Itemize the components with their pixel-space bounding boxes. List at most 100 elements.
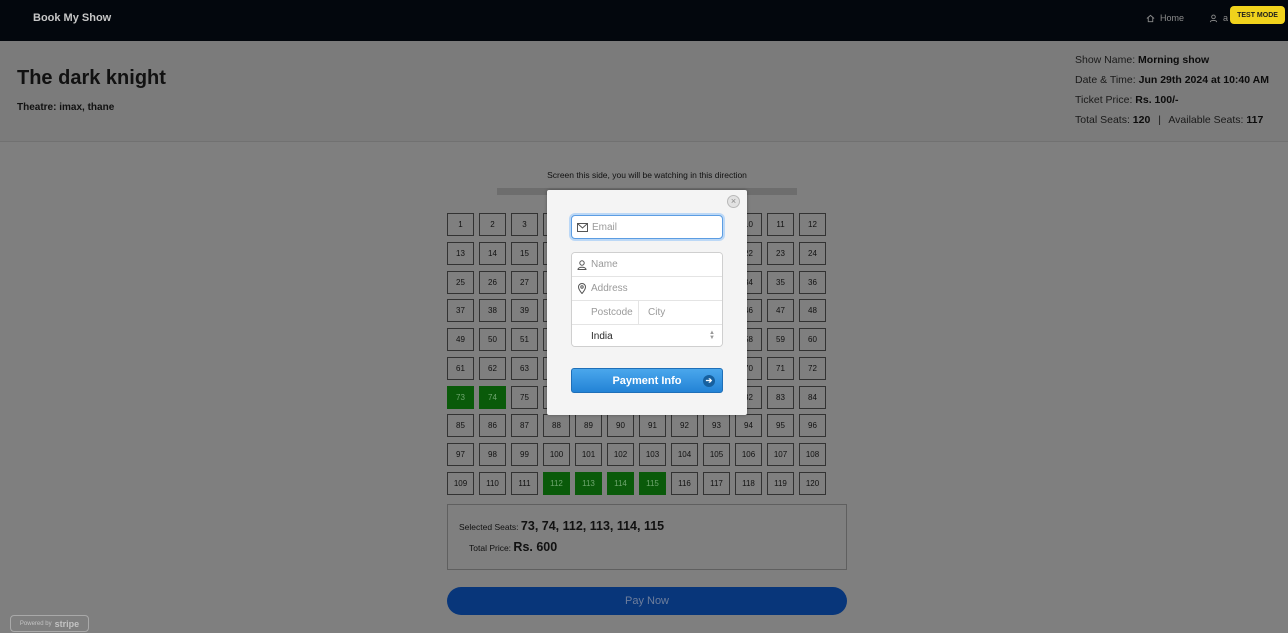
nav-user-link[interactable]: a (1209, 13, 1228, 23)
name-placeholder: Name (591, 259, 618, 270)
seat[interactable]: 92 (671, 414, 698, 438)
seat[interactable]: 94 (735, 414, 762, 438)
postcode-field[interactable]: Postcode (572, 301, 639, 325)
seat[interactable]: 104 (671, 443, 698, 466)
seat[interactable]: 116 (671, 471, 698, 495)
brand-logo[interactable]: Book My Show (33, 12, 111, 24)
seat[interactable]: 87 (511, 414, 538, 438)
seat[interactable]: 120 (799, 471, 826, 495)
seat[interactable]: 103 (639, 443, 666, 466)
seat[interactable]: 27 (511, 270, 538, 294)
seat[interactable]: 36 (799, 270, 826, 294)
total-price-label: Total Price: (469, 543, 512, 553)
total-price-line: Total Price: Rs. 600 (469, 540, 557, 554)
seat[interactable]: 107 (767, 443, 794, 466)
seat[interactable]: 106 (735, 443, 762, 466)
seat[interactable]: 91 (639, 414, 666, 438)
city-field[interactable]: City (639, 301, 722, 325)
seat[interactable]: 98 (479, 443, 506, 466)
available-seats-value: 117 (1246, 114, 1264, 126)
seat[interactable]: 108 (799, 443, 826, 466)
seat[interactable]: 72 (799, 356, 826, 380)
show-name-line: Show Name: Morning show (1075, 54, 1209, 66)
seat[interactable]: 51 (511, 328, 538, 351)
seat[interactable]: 102 (607, 443, 634, 466)
booking-summary: Selected Seats: 73, 74, 112, 113, 114, 1… (447, 504, 847, 570)
seat-selected[interactable]: 112 (543, 471, 570, 495)
seat[interactable]: 63 (511, 356, 538, 380)
pay-now-button[interactable]: Pay Now (447, 587, 847, 615)
seat[interactable]: 109 (447, 471, 474, 495)
billing-address-group: Name Address Postcode City India ▲ ▼ (571, 252, 723, 347)
seat[interactable]: 35 (767, 270, 794, 294)
seat[interactable]: 83 (767, 385, 794, 409)
payment-info-button[interactable]: Payment Info ➔ (571, 368, 723, 393)
seat[interactable]: 23 (767, 241, 794, 265)
seat[interactable]: 14 (479, 241, 506, 265)
seat-selected[interactable]: 113 (575, 471, 602, 495)
address-field[interactable]: Address (572, 277, 722, 301)
seat-count-separator: | (1158, 114, 1161, 126)
seat[interactable]: 89 (575, 414, 602, 438)
seat[interactable]: 93 (703, 414, 730, 438)
selected-seats-value: 73, 74, 112, 113, 114, 115 (520, 519, 665, 533)
seat[interactable]: 86 (479, 414, 506, 438)
seat-selected[interactable]: 74 (479, 385, 506, 409)
seat[interactable]: 38 (479, 299, 506, 323)
available-seats-label: Available Seats: (1168, 114, 1244, 126)
seat[interactable]: 84 (799, 385, 826, 409)
seat[interactable]: 61 (447, 356, 474, 380)
seat[interactable]: 100 (543, 443, 570, 466)
seat[interactable]: 117 (703, 471, 730, 495)
seat[interactable]: 96 (799, 414, 826, 438)
powered-by-stripe-badge[interactable]: Powered by stripe (10, 615, 89, 632)
seat[interactable]: 110 (479, 471, 506, 495)
seat[interactable]: 90 (607, 414, 634, 438)
seat[interactable]: 49 (447, 328, 474, 351)
seat[interactable]: 99 (511, 443, 538, 466)
seat[interactable]: 118 (735, 471, 762, 495)
seat[interactable]: 50 (479, 328, 506, 351)
seat[interactable]: 2 (479, 213, 506, 236)
seat[interactable]: 88 (543, 414, 570, 438)
email-field[interactable]: Email (571, 215, 723, 239)
seat[interactable]: 13 (447, 241, 474, 265)
seat[interactable]: 101 (575, 443, 602, 466)
seat[interactable]: 111 (511, 471, 538, 495)
seat[interactable]: 59 (767, 328, 794, 351)
seat[interactable]: 62 (479, 356, 506, 380)
seat[interactable]: 26 (479, 270, 506, 294)
seat[interactable]: 48 (799, 299, 826, 323)
seat[interactable]: 75 (511, 385, 538, 409)
seat[interactable]: 47 (767, 299, 794, 323)
country-value: India (591, 331, 613, 342)
seat[interactable]: 25 (447, 270, 474, 294)
seat[interactable]: 119 (767, 471, 794, 495)
seat[interactable]: 105 (703, 443, 730, 466)
seat[interactable]: 85 (447, 414, 474, 438)
seat-selected[interactable]: 115 (639, 471, 666, 495)
close-button[interactable]: × (727, 195, 740, 208)
ticket-price-label: Ticket Price: (1075, 94, 1133, 106)
payment-info-label: Payment Info (612, 374, 682, 387)
email-placeholder: Email (592, 221, 618, 233)
selected-seats-label: Selected Seats: (459, 522, 519, 532)
total-seats-label: Total Seats: (1075, 114, 1130, 126)
seat[interactable]: 37 (447, 299, 474, 323)
seat[interactable]: 11 (767, 213, 794, 236)
seat[interactable]: 95 (767, 414, 794, 438)
seat[interactable]: 71 (767, 356, 794, 380)
name-field[interactable]: Name (572, 253, 722, 277)
country-select[interactable]: India ▲ ▼ (572, 325, 722, 346)
seat[interactable]: 60 (799, 328, 826, 351)
seat[interactable]: 12 (799, 213, 826, 236)
seat[interactable]: 39 (511, 299, 538, 323)
seat[interactable]: 15 (511, 241, 538, 265)
seat[interactable]: 97 (447, 443, 474, 466)
seat-selected[interactable]: 114 (607, 471, 634, 495)
seat[interactable]: 3 (511, 213, 538, 236)
seat-selected[interactable]: 73 (447, 385, 474, 409)
seat[interactable]: 1 (447, 213, 474, 236)
nav-home-link[interactable]: Home (1146, 13, 1184, 23)
seat[interactable]: 24 (799, 241, 826, 265)
